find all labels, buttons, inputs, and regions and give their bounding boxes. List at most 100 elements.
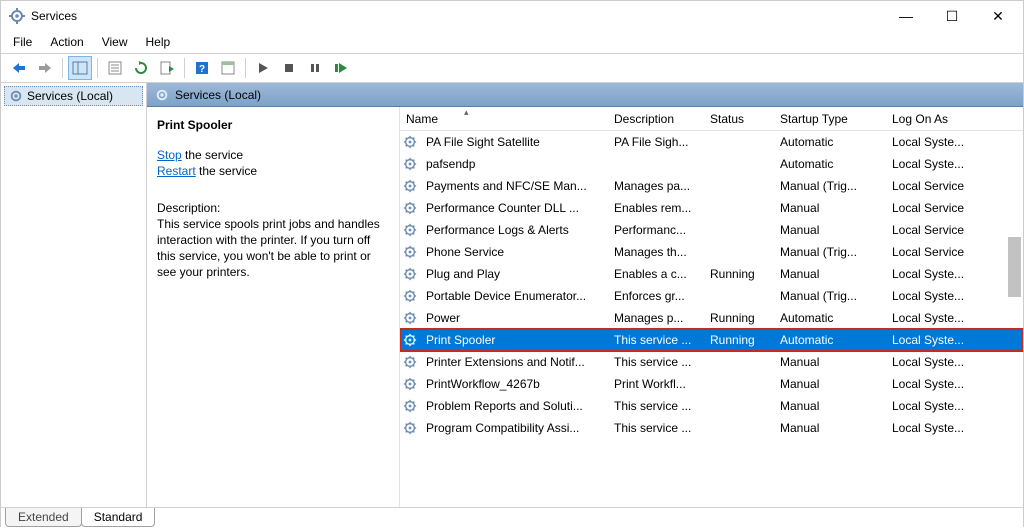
cell-name: Performance Logs & Alerts [420,223,608,237]
column-status[interactable]: Status [704,107,774,130]
service-row[interactable]: Portable Device Enumerator...Enforces gr… [400,285,1023,307]
cell-description: This service ... [608,333,704,347]
toolbar: ? [1,53,1023,83]
column-name[interactable]: Name [400,107,608,130]
forward-button[interactable] [33,56,57,80]
cell-name: pafsendp [420,157,608,171]
svg-text:?: ? [199,64,205,75]
tab-standard[interactable]: Standard [81,508,156,527]
service-row[interactable]: Printer Extensions and Notif...This serv… [400,351,1023,373]
cell-description: PA File Sigh... [608,135,704,149]
console-tree[interactable]: Services (Local) [1,83,147,507]
cell-startup-type: Manual [774,223,886,237]
separator [97,58,98,78]
cell-description: This service ... [608,421,704,435]
cell-log-on-as: Local Syste... [886,399,982,413]
gear-icon [400,157,420,171]
cell-startup-type: Automatic [774,333,886,347]
gear-icon [400,267,420,281]
cell-startup-type: Manual [774,267,886,281]
restart-service-link[interactable]: Restart [157,164,196,178]
gear-icon [400,223,420,237]
cell-startup-type: Automatic [774,311,886,325]
cell-log-on-as: Local Service [886,223,982,237]
cell-startup-type: Manual [774,377,886,391]
service-row[interactable]: PowerManages p...RunningAutomaticLocal S… [400,307,1023,329]
service-rows[interactable]: PA File Sight SatellitePA File Sigh...Au… [400,131,1023,507]
cell-log-on-as: Local Service [886,179,982,193]
gear-icon [400,333,420,347]
pause-service-button[interactable] [303,56,327,80]
pane-body: Print Spooler Stop the service Restart t… [147,107,1023,507]
pane-header: Services (Local) [147,83,1023,107]
service-row[interactable]: Program Compatibility Assi...This servic… [400,417,1023,439]
menu-file[interactable]: File [5,33,40,51]
menu-action[interactable]: Action [42,33,91,51]
cell-log-on-as: Local Syste... [886,377,982,391]
cell-description: Manages p... [608,311,704,325]
pane-header-label: Services (Local) [175,88,261,102]
description-text: This service spools print jobs and handl… [157,216,385,281]
minimize-button[interactable]: — [883,1,929,31]
cell-name: Performance Counter DLL ... [420,201,608,215]
cell-description: Print Workfl... [608,377,704,391]
cell-description: Enforces gr... [608,289,704,303]
scrollbar-thumb[interactable] [1008,237,1021,297]
service-row[interactable]: Performance Logs & AlertsPerformanc...Ma… [400,219,1023,241]
service-row[interactable]: PA File Sight SatellitePA File Sigh...Au… [400,131,1023,153]
menu-help[interactable]: Help [138,33,179,51]
column-description[interactable]: Description [608,107,704,130]
action-pane-button[interactable] [216,56,240,80]
separator [245,58,246,78]
cell-name: Payments and NFC/SE Man... [420,179,608,193]
cell-startup-type: Manual [774,399,886,413]
service-row[interactable]: Problem Reports and Soluti...This servic… [400,395,1023,417]
cell-status: Running [704,311,774,325]
cell-log-on-as: Local Service [886,201,982,215]
cell-status: Running [704,333,774,347]
title-bar: Services — ☐ ✕ [1,1,1023,31]
tree-node-services-local[interactable]: Services (Local) [4,86,143,106]
cell-startup-type: Manual [774,355,886,369]
gear-icon [155,88,169,102]
gear-icon [400,421,420,435]
help-button[interactable]: ? [190,56,214,80]
start-service-button[interactable] [251,56,275,80]
stop-service-button[interactable] [277,56,301,80]
gear-icon [9,89,23,103]
gear-icon [400,245,420,259]
service-row[interactable]: Plug and PlayEnables a c...RunningManual… [400,263,1023,285]
service-row[interactable]: Performance Counter DLL ...Enables rem..… [400,197,1023,219]
cell-log-on-as: Local Syste... [886,333,982,347]
cell-status: Running [704,267,774,281]
cell-log-on-as: Local Syste... [886,157,982,171]
gear-icon [400,135,420,149]
show-hide-tree-button[interactable] [68,56,92,80]
close-button[interactable]: ✕ [975,1,1021,31]
cell-startup-type: Automatic [774,157,886,171]
restart-service-button[interactable] [329,56,353,80]
service-row[interactable]: Phone ServiceManages th...Manual (Trig..… [400,241,1023,263]
column-startup-type[interactable]: Startup Type [774,107,886,130]
separator [62,58,63,78]
menu-view[interactable]: View [94,33,136,51]
service-row[interactable]: Print SpoolerThis service ...RunningAuto… [400,329,1023,351]
cell-log-on-as: Local Syste... [886,267,982,281]
stop-service-link[interactable]: Stop [157,148,182,162]
service-row[interactable]: Payments and NFC/SE Man...Manages pa...M… [400,175,1023,197]
maximize-button[interactable]: ☐ [929,1,975,31]
properties-button[interactable] [103,56,127,80]
tab-extended[interactable]: Extended [5,508,82,527]
separator [184,58,185,78]
stop-line: Stop the service [157,147,385,163]
cell-startup-type: Manual (Trig... [774,289,886,303]
cell-name: Problem Reports and Soluti... [420,399,608,413]
cell-log-on-as: Local Syste... [886,355,982,369]
column-log-on-as[interactable]: Log On As [886,107,982,130]
back-button[interactable] [7,56,31,80]
service-row[interactable]: PrintWorkflow_4267bPrint Workfl...Manual… [400,373,1023,395]
export-list-button[interactable] [155,56,179,80]
service-row[interactable]: pafsendp AutomaticLocal Syste... [400,153,1023,175]
gear-icon [400,289,420,303]
refresh-button[interactable] [129,56,153,80]
